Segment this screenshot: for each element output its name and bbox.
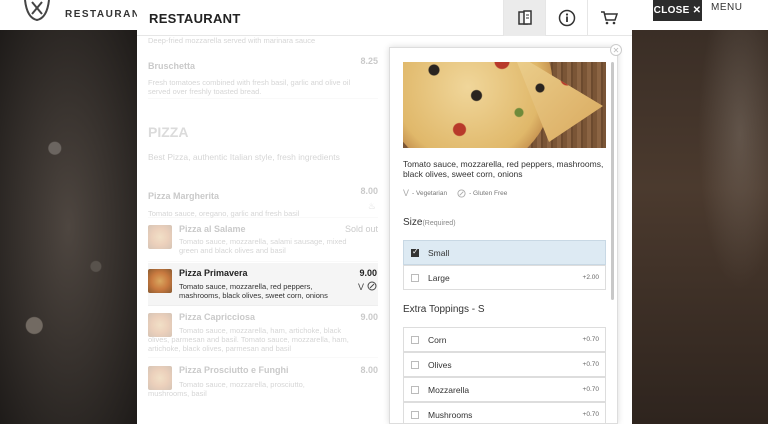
item-name: Pizza al Salame [179, 224, 246, 234]
size-title: Size(Required) [403, 217, 456, 228]
checkbox[interactable] [411, 360, 419, 369]
option-label: Large [428, 272, 450, 283]
gluten-free-tag: - Gluten Free [457, 188, 508, 198]
cart-button[interactable] [587, 0, 629, 36]
option-label: Mozzarella [428, 384, 470, 395]
tag-label: - Gluten Free [469, 189, 508, 197]
item-price: 8.25 [360, 56, 378, 66]
topping-option-mushrooms[interactable]: Mushrooms +0.70 [403, 402, 606, 423]
modal-scrollbar[interactable] [611, 62, 614, 300]
menu-list: Deep-fried mozzarella served with marina… [148, 36, 378, 424]
background-pizza-photo [0, 30, 137, 424]
checkbox[interactable] [411, 410, 419, 419]
checkbox-checked[interactable] [411, 247, 419, 257]
list-item-prosciutto[interactable]: Pizza Prosciutto e Funghi 8.00 Tomato sa… [148, 362, 378, 402]
checkbox[interactable] [411, 335, 419, 344]
logo-icon[interactable] [22, 0, 52, 22]
item-description: Tomato sauce, oregano, garlic and fresh … [148, 209, 300, 218]
item-name: Pizza Capricciosa [179, 312, 256, 322]
tag-label: - Vegetarian [412, 189, 448, 197]
item-name: Bruschetta [148, 61, 196, 71]
section-title: PIZZA [148, 124, 189, 140]
list-item-capricciosa[interactable]: Pizza Capricciosa 9.00 Tomato sauce, moz… [148, 308, 378, 358]
close-button[interactable]: CLOSE ✕ [653, 0, 702, 21]
page-title: RESTAURANT [149, 11, 241, 26]
item-name: Pizza Primavera [179, 268, 248, 278]
item-price: 8.00 [360, 186, 378, 196]
sold-out-badge: Sold out [344, 224, 378, 234]
option-label: Olives [428, 359, 452, 370]
option-price: +0.70 [582, 386, 599, 393]
item-thumbnail [148, 225, 172, 249]
list-item-salame[interactable]: Pizza al Salame Tomato sauce, mozzarella… [148, 222, 378, 262]
topping-option-olives[interactable]: Olives +0.70 [403, 352, 606, 377]
close-icon: ✕ [692, 5, 702, 16]
item-name: Pizza Prosciutto e Funghi [179, 365, 289, 375]
size-label: Size [403, 217, 423, 228]
info-icon [558, 9, 575, 27]
item-description: Tomato sauce, mozzarella, salami sausage… [179, 237, 347, 255]
info-button[interactable] [545, 0, 587, 36]
item-thumbnail [148, 269, 172, 293]
diet-tags: V - Vegetarian - Gluten Free [403, 188, 507, 198]
vegetarian-icon: V [357, 282, 364, 292]
option-label: Corn [428, 334, 447, 345]
vegetarian-tag: V - Vegetarian [403, 188, 447, 198]
option-price: +0.70 [582, 411, 599, 418]
item-description: Tomato sauce, mozzarella, red peppers, m… [179, 282, 328, 300]
required-label: (Required) [422, 220, 456, 227]
background-table-photo [632, 30, 768, 424]
item-description: Deep-fried mozzarella served with marina… [148, 36, 316, 45]
item-price: 8.00 [360, 365, 378, 375]
list-item-primavera[interactable]: Pizza Primavera Tomato sauce, mozzarella… [148, 263, 378, 306]
option-price: +2.00 [582, 274, 599, 281]
item-detail-modal: Tomato sauce, mozzarella, red peppers, m… [389, 47, 618, 424]
section-subtitle: Best Pizza, authentic Italian style, fre… [148, 152, 340, 162]
list-item-margherita[interactable]: Pizza Margherita 8.00 Tomato sauce, oreg… [148, 186, 378, 218]
option-label: Mushrooms [428, 409, 473, 420]
cart-icon [600, 11, 618, 25]
topping-option-corn[interactable]: Corn +0.70 [403, 327, 606, 352]
section-pizza: PIZZA Best Pizza, authentic Italian styl… [148, 124, 378, 162]
size-option-large[interactable]: Large +2.00 [403, 265, 606, 290]
list-item-bruschetta[interactable]: Bruschetta 8.25 Fresh tomatoes combined … [148, 56, 378, 99]
item-photo [403, 62, 606, 148]
vegetarian-icon: V [403, 188, 410, 198]
menu-book-icon [517, 10, 532, 25]
modal-close-icon[interactable]: ✕ [610, 44, 622, 56]
menu-link[interactable]: MENU [711, 2, 742, 13]
gluten-free-icon [367, 281, 377, 291]
item-description: Tomato sauce, mozzarella, red peppers, m… [403, 159, 604, 179]
size-option-small[interactable]: Small [403, 240, 606, 265]
option-label: Small [428, 247, 450, 258]
close-label: CLOSE [653, 5, 690, 16]
list-item: Deep-fried mozzarella served with marina… [148, 36, 378, 45]
extra-toppings-title: Extra Toppings - S [403, 304, 485, 315]
checkbox[interactable] [411, 385, 419, 394]
item-price: 9.00 [359, 268, 377, 278]
gluten-free-icon [457, 188, 466, 198]
menu-tab-button[interactable] [503, 0, 545, 36]
option-price: +0.70 [582, 361, 599, 368]
item-price: 9.00 [360, 312, 378, 322]
panel-header: RESTAURANT [137, 0, 632, 36]
checkbox[interactable] [411, 273, 419, 282]
item-name: Pizza Margherita [148, 191, 220, 201]
option-price: +0.70 [582, 336, 599, 343]
fire-icon: ♨ [367, 201, 376, 211]
item-description: Fresh tomatoes combined with fresh basil… [148, 78, 351, 96]
brand-name: RESTAURANT [65, 9, 149, 20]
item-description: Tomato sauce, mozzarella, ham, artichoke… [148, 326, 349, 353]
topping-option-mozzarella[interactable]: Mozzarella +0.70 [403, 377, 606, 402]
item-description: Tomato sauce, mozzarella, prosciutto, mu… [148, 380, 305, 398]
